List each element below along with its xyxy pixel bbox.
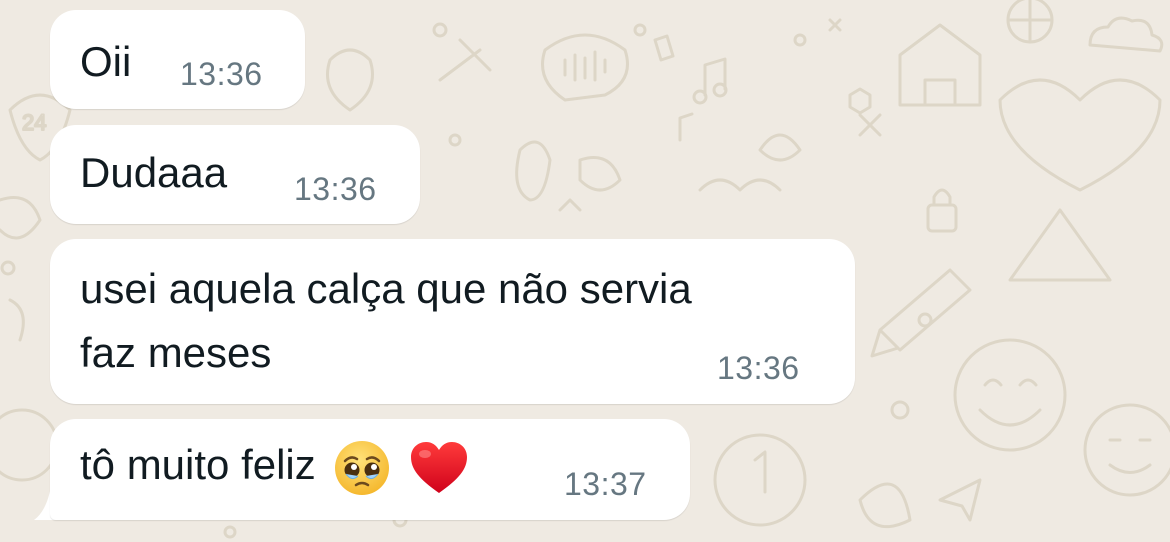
message-bubble[interactable]: tô muito feliz 13:37 xyxy=(50,419,690,520)
chat-area[interactable]: Oii 13:36 Dudaaa 13:36 usei aquela calça… xyxy=(0,0,1170,542)
message-bubble[interactable]: Oii 13:36 xyxy=(50,10,305,109)
message-text: tô muito feliz xyxy=(80,437,469,497)
message-text: Dudaaa xyxy=(80,149,228,196)
message-text-line: faz meses xyxy=(80,329,272,376)
message-bubble[interactable]: usei aquela calça que não servia faz mes… xyxy=(50,239,855,404)
message-text: Oii xyxy=(80,38,132,85)
pleading-face-emoji xyxy=(335,440,390,495)
message-time: 13:36 xyxy=(717,350,800,386)
message-text-content: tô muito feliz xyxy=(80,441,316,488)
message-time: 13:37 xyxy=(564,466,647,502)
message-text-line: usei aquela calça que não servia xyxy=(80,265,692,312)
message-time: 13:36 xyxy=(180,56,263,92)
message-time: 13:36 xyxy=(294,171,377,207)
red-heart-emoji xyxy=(411,441,468,493)
message-bubble[interactable]: Dudaaa 13:36 xyxy=(50,125,420,224)
